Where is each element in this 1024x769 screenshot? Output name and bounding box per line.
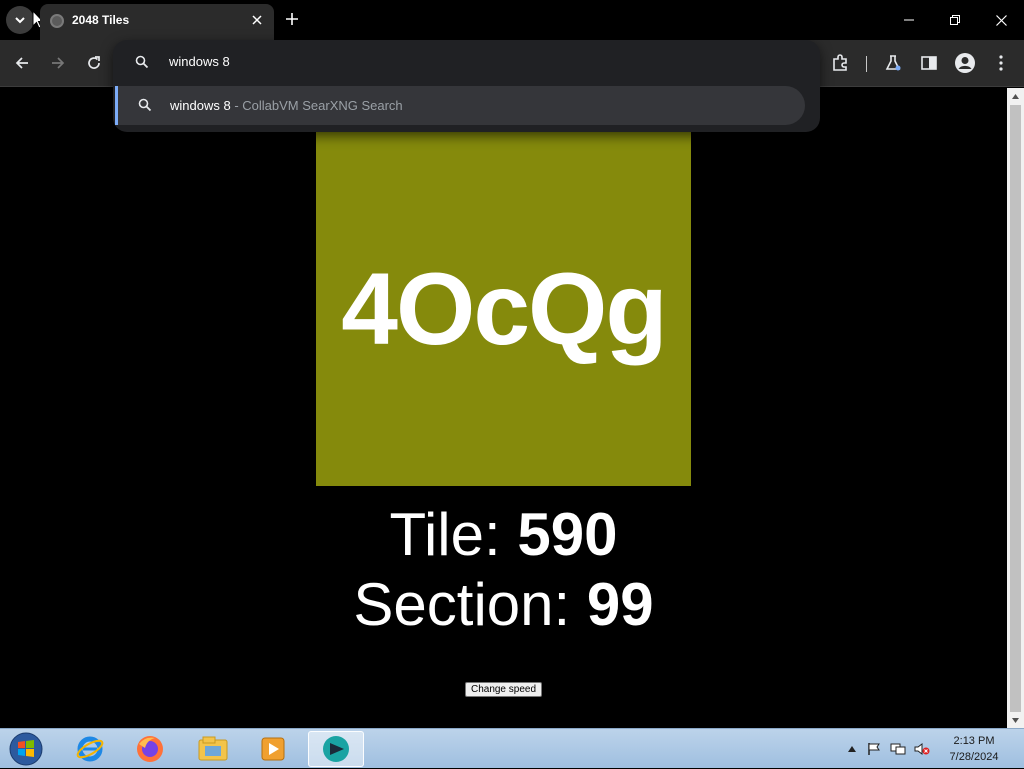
taskbar-clock[interactable]: 2:13 PM 7/28/2024 — [936, 733, 1012, 765]
page-scrollbar[interactable] — [1007, 88, 1024, 729]
internet-explorer-icon — [76, 736, 104, 762]
taskbar-media-player[interactable] — [245, 731, 301, 767]
suggestion-separator: - — [230, 98, 243, 113]
extensions-button[interactable] — [827, 50, 853, 76]
arrow-left-icon — [15, 57, 28, 69]
tab-2048-tiles[interactable]: 2048 Tiles — [40, 4, 274, 40]
avatar-icon — [955, 53, 975, 73]
close-icon — [995, 14, 1007, 26]
tile-value: 590 — [517, 501, 618, 568]
section-label: Section: — [353, 571, 587, 638]
media-player-icon — [261, 737, 285, 761]
section-line: Section: 99 — [0, 570, 1007, 640]
firefox-icon — [137, 736, 163, 762]
omnibox-dropdown: windows 8 - CollabVM SearXNG Search — [113, 40, 820, 132]
taskbar-firefox[interactable] — [122, 731, 178, 767]
search-icon — [135, 55, 149, 69]
suggestion-sub: CollabVM SearXNG Search — [242, 98, 403, 113]
search-icon — [138, 98, 152, 112]
new-tab-button[interactable] — [282, 8, 302, 30]
puzzle-icon — [833, 54, 847, 71]
minimize-icon — [904, 19, 914, 21]
page-content: 4OcQg Tile: 590 Section: 99 Change speed — [0, 88, 1007, 729]
back-button[interactable] — [9, 50, 35, 76]
triangle-up-icon — [1012, 94, 1019, 99]
action-center-button[interactable] — [866, 741, 882, 757]
tab-strip: 2048 Tiles — [0, 0, 1024, 40]
scroll-up-button[interactable] — [1007, 88, 1024, 105]
tab-search-button[interactable] — [6, 6, 34, 34]
volume-muted-icon — [914, 743, 930, 755]
restore-button[interactable] — [940, 8, 970, 32]
tile-box: 4OcQg — [316, 132, 691, 486]
restore-icon — [950, 15, 960, 25]
more-vert-icon — [999, 55, 1003, 71]
side-panel-icon — [921, 56, 937, 70]
side-panel-button[interactable] — [916, 50, 942, 76]
reload-button[interactable] — [81, 50, 107, 76]
chevron-up-icon — [848, 746, 856, 752]
chevron-down-icon — [15, 17, 25, 24]
clock-time: 2:13 PM — [953, 735, 995, 747]
globe-icon — [50, 14, 64, 28]
clock-date: 7/28/2024 — [949, 751, 999, 763]
chromium-browser-icon — [323, 736, 349, 762]
network-button[interactable] — [890, 741, 906, 757]
plus-icon — [286, 13, 298, 25]
taskbar: 2:13 PM 7/28/2024 — [0, 728, 1024, 768]
tab-close-button[interactable] — [248, 11, 266, 29]
volume-button[interactable] — [914, 741, 930, 757]
omnibox-input[interactable] — [169, 54, 769, 69]
taskbar-chromium-browser[interactable] — [308, 731, 364, 767]
network-icon — [890, 743, 906, 755]
omnibox-input-row[interactable] — [113, 40, 820, 86]
labs-button[interactable] — [880, 50, 906, 76]
arrow-right-icon — [52, 57, 65, 69]
suggestion-main: windows 8 — [170, 98, 231, 113]
taskbar-internet-explorer[interactable] — [62, 731, 118, 767]
close-window-button[interactable] — [986, 8, 1016, 32]
windows-logo-icon — [9, 732, 43, 766]
toolbar-separator — [866, 56, 867, 72]
show-hidden-icons-button[interactable] — [844, 741, 860, 757]
minimize-button[interactable] — [894, 8, 924, 32]
triangle-down-icon — [1012, 718, 1019, 723]
profile-button[interactable] — [952, 50, 978, 76]
tile-label: Tile: — [389, 501, 518, 568]
reload-icon — [88, 56, 100, 69]
tile-text: 4OcQg — [341, 251, 667, 366]
tile-line: Tile: 590 — [0, 500, 1007, 570]
scroll-thumb[interactable] — [1010, 105, 1021, 712]
close-icon — [252, 15, 262, 25]
change-speed-button[interactable]: Change speed — [465, 682, 542, 697]
suggestion-text: windows 8 - CollabVM SearXNG Search — [170, 98, 403, 113]
start-button[interactable] — [6, 731, 46, 767]
menu-button[interactable] — [988, 50, 1014, 76]
tile-info: Tile: 590 Section: 99 — [0, 500, 1007, 640]
section-value: 99 — [586, 571, 654, 638]
scroll-down-button[interactable] — [1007, 712, 1024, 729]
forward-button[interactable] — [45, 50, 71, 76]
flag-icon — [868, 743, 880, 755]
taskbar-file-explorer[interactable] — [185, 731, 241, 767]
file-explorer-icon — [198, 736, 228, 761]
tab-title: 2048 Tiles — [72, 13, 130, 27]
flask-icon — [885, 55, 901, 71]
omnibox-suggestion[interactable]: windows 8 - CollabVM SearXNG Search — [115, 86, 805, 125]
